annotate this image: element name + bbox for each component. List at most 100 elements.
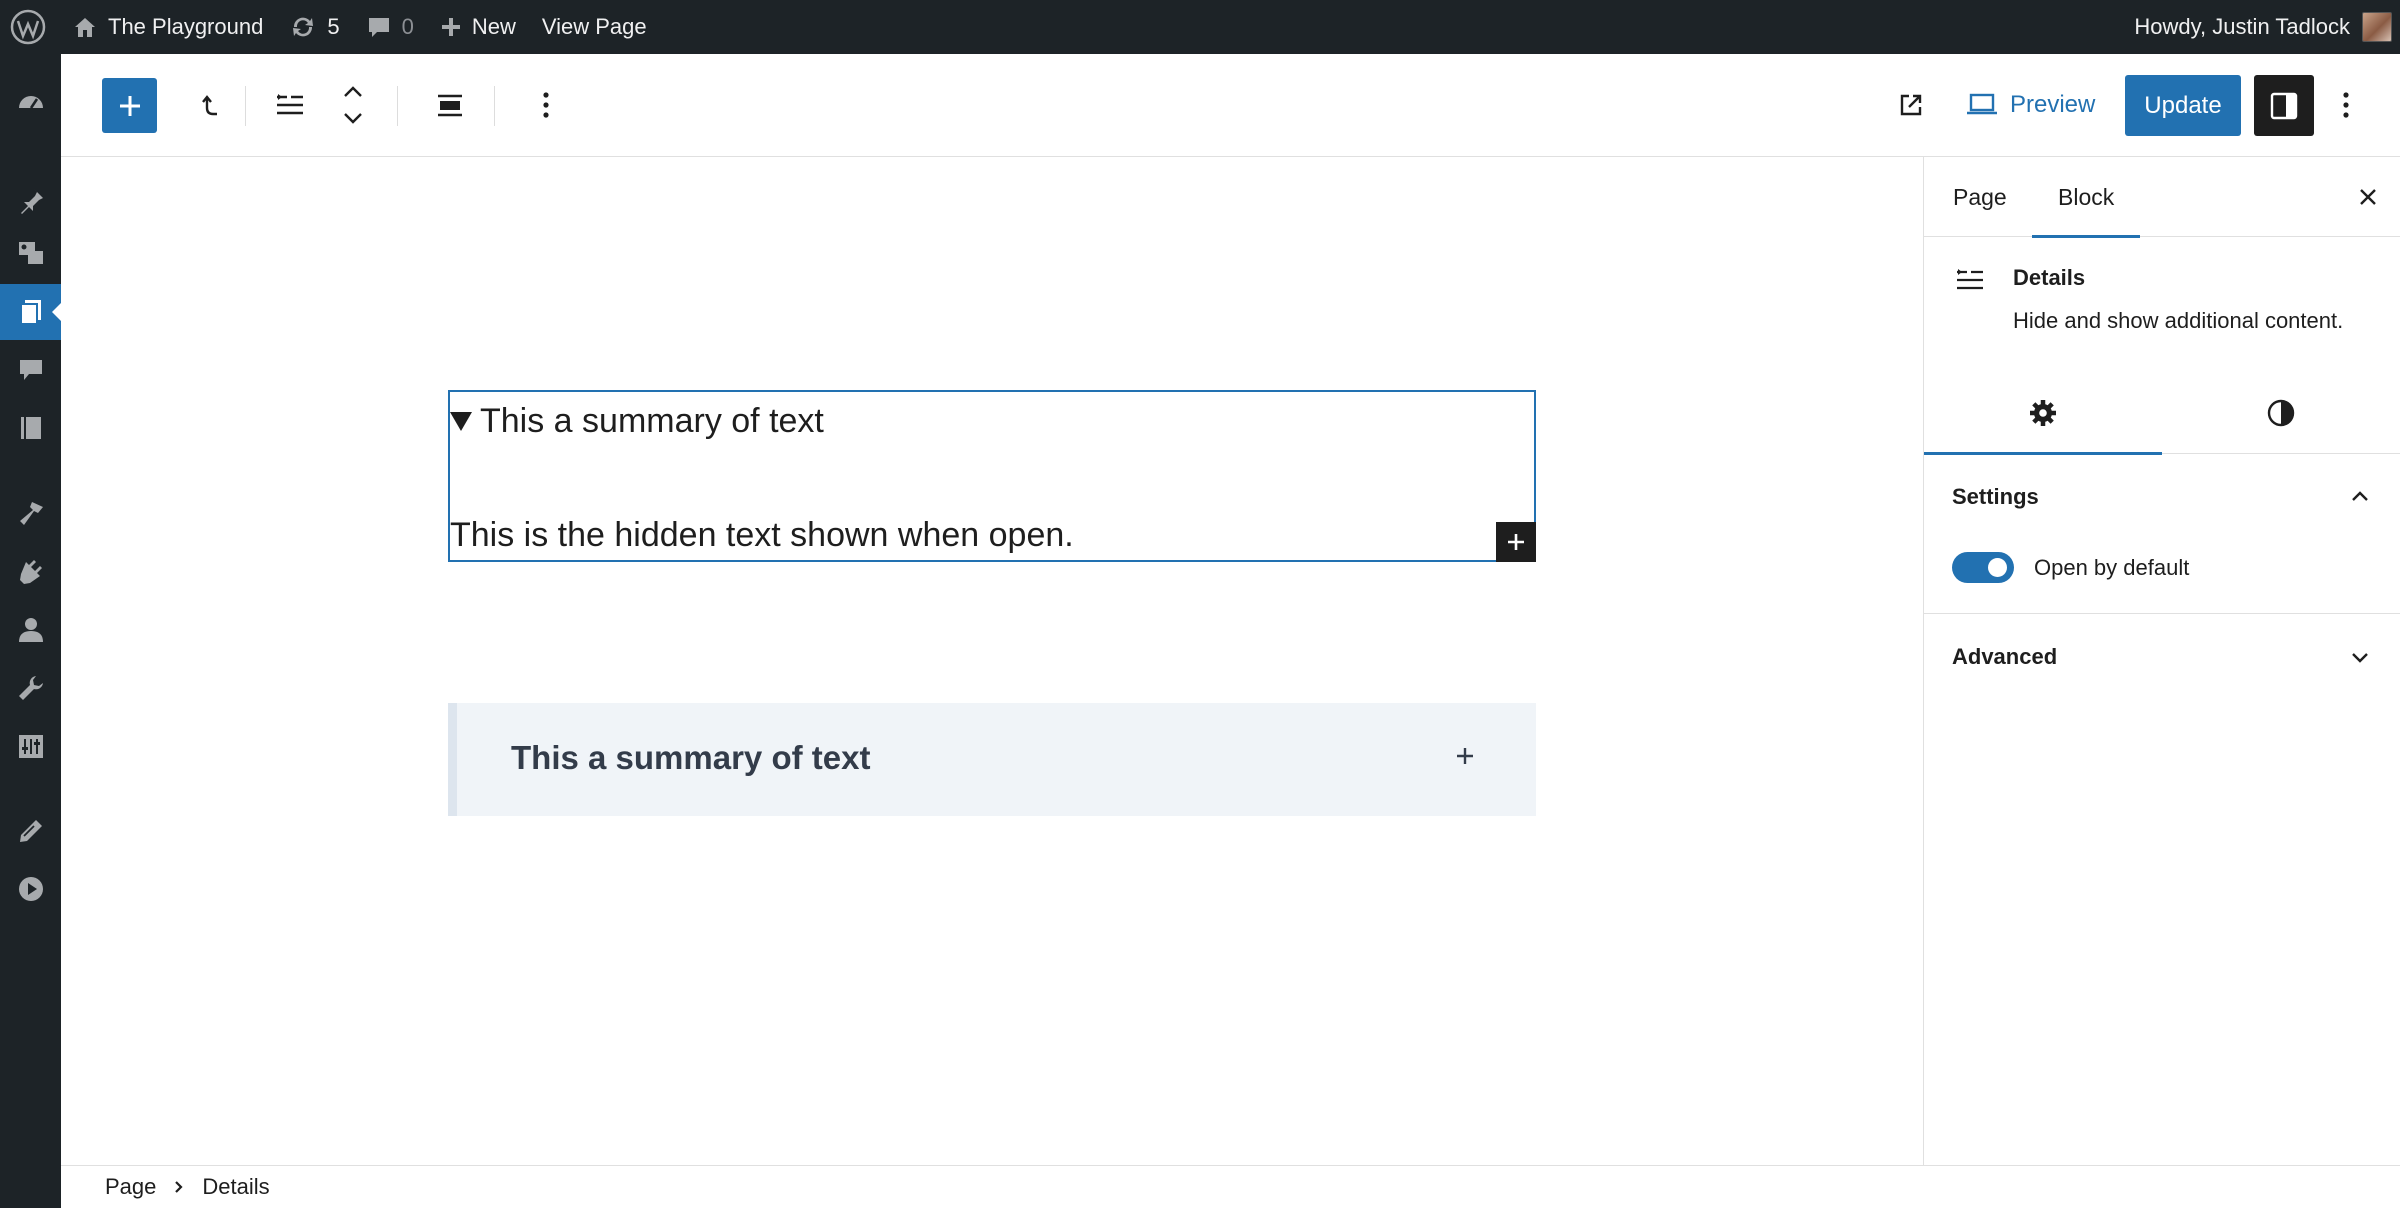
menu-item-play[interactable] bbox=[0, 861, 61, 917]
comments-link[interactable]: 0 bbox=[353, 0, 427, 54]
block-appender-button[interactable] bbox=[1496, 522, 1536, 562]
block-inserter-button[interactable] bbox=[102, 78, 157, 133]
plus-icon bbox=[1508, 534, 1524, 550]
select-parent-button[interactable] bbox=[187, 75, 233, 135]
pages-icon bbox=[16, 297, 46, 327]
menu-item-dashboard[interactable] bbox=[0, 75, 61, 131]
tools-icon bbox=[16, 673, 46, 703]
menu-item-library[interactable] bbox=[0, 400, 61, 456]
preview-label: Preview bbox=[2010, 91, 2096, 118]
breadcrumb-page[interactable]: Page bbox=[105, 1174, 156, 1200]
details-block-selected[interactable]: This a summary of text This is the hidde… bbox=[448, 390, 1536, 562]
tab-block[interactable]: Block bbox=[2032, 157, 2141, 238]
chevron-up-down-icon bbox=[344, 86, 362, 124]
more-vertical-icon bbox=[543, 92, 549, 118]
admin-menu bbox=[0, 54, 61, 1208]
open-by-default-toggle[interactable] bbox=[1952, 552, 2014, 583]
menu-item-appearance[interactable] bbox=[0, 486, 61, 542]
menu-item-media[interactable] bbox=[0, 225, 61, 281]
move-up-down-buttons[interactable] bbox=[331, 75, 375, 135]
plus-icon bbox=[441, 18, 460, 36]
chevron-down-icon[interactable] bbox=[2349, 646, 2371, 673]
toolbar-divider bbox=[397, 86, 398, 126]
block-card-description: Hide and show additional content. bbox=[2013, 308, 2344, 333]
arrow-up-left-icon bbox=[202, 95, 217, 116]
users-icon bbox=[16, 615, 46, 645]
library-icon bbox=[16, 413, 46, 443]
external-link-icon bbox=[1900, 94, 1922, 116]
menu-item-settings[interactable] bbox=[0, 718, 61, 774]
greeting-label: Howdy, Justin Tadlock bbox=[2134, 14, 2350, 39]
menu-item-posts[interactable] bbox=[0, 173, 61, 229]
advanced-panel[interactable]: Advanced bbox=[1924, 614, 2400, 695]
settings-sidebar-toggle[interactable] bbox=[2254, 75, 2314, 136]
expand-plus-icon[interactable] bbox=[1450, 741, 1480, 771]
updates-link[interactable]: 5 bbox=[276, 0, 352, 54]
posts-icon bbox=[16, 186, 46, 216]
toolbar-divider bbox=[494, 86, 495, 126]
avatar bbox=[2362, 12, 2392, 42]
menu-item-pages[interactable] bbox=[0, 284, 61, 340]
admin-bar: The Playground 5 0 New View Page Howdy, … bbox=[0, 0, 2400, 54]
editor-canvas[interactable]: This a summary of text This is the hidde… bbox=[61, 157, 1923, 1165]
align-button[interactable] bbox=[427, 75, 473, 135]
comment-bubble-icon bbox=[368, 18, 389, 37]
update-button[interactable]: Update bbox=[2125, 75, 2241, 136]
settings-icon bbox=[16, 731, 46, 761]
view-page-label: View Page bbox=[541, 14, 647, 39]
align-wide-icon bbox=[438, 94, 462, 117]
preview-button[interactable]: Preview bbox=[1966, 75, 2095, 135]
new-label: New bbox=[471, 14, 516, 39]
block-inspector-tabs bbox=[1924, 372, 2400, 455]
toggle-knob bbox=[1988, 558, 2007, 577]
new-content-link[interactable]: New bbox=[427, 0, 529, 54]
editor-toolbar: Preview Update bbox=[61, 54, 2400, 157]
details-summary-text[interactable]: This a summary of text bbox=[480, 402, 824, 441]
details-block-icon bbox=[1954, 265, 1986, 302]
open-by-default-label[interactable]: Open by default bbox=[2034, 555, 2189, 581]
details-block-icon bbox=[277, 94, 303, 115]
details-summary[interactable]: This a summary of text bbox=[450, 402, 824, 441]
breadcrumb: Page Details bbox=[61, 1165, 2400, 1208]
menu-item-tools[interactable] bbox=[0, 660, 61, 716]
tab-settings[interactable] bbox=[1924, 372, 2162, 455]
details-hidden-text[interactable]: This is the hidden text shown when open. bbox=[450, 516, 1074, 555]
block-card-title: Details bbox=[2013, 265, 2086, 290]
wordpress-logo-icon bbox=[10, 9, 46, 45]
settings-panel-title[interactable]: Settings bbox=[1952, 484, 2039, 510]
comments-count: 0 bbox=[401, 14, 414, 39]
chevron-right-icon bbox=[175, 1181, 183, 1193]
view-post-button[interactable] bbox=[1883, 75, 1939, 135]
menu-item-users[interactable] bbox=[0, 602, 61, 658]
tab-styles[interactable] bbox=[2162, 372, 2400, 454]
chevron-up-icon[interactable] bbox=[2349, 486, 2371, 513]
wordpress-logo-button[interactable] bbox=[0, 0, 59, 54]
advanced-panel-title[interactable]: Advanced bbox=[1952, 644, 2057, 670]
block-options-button[interactable] bbox=[523, 75, 569, 135]
menu-item-comments[interactable] bbox=[0, 342, 61, 398]
disclosure-triangle-icon[interactable] bbox=[450, 412, 472, 431]
tab-block-label: Block bbox=[2058, 183, 2115, 210]
breadcrumb-details[interactable]: Details bbox=[202, 1174, 269, 1200]
home-icon bbox=[75, 18, 95, 37]
menu-item-plugins[interactable] bbox=[0, 545, 61, 601]
editor-options-button[interactable] bbox=[2323, 75, 2369, 135]
tab-page[interactable]: Page bbox=[1953, 157, 2007, 237]
site-name-label: The Playground bbox=[108, 14, 264, 39]
plugins-icon bbox=[16, 558, 46, 588]
menu-item-edit[interactable] bbox=[0, 803, 61, 859]
toolbar-divider bbox=[245, 86, 246, 126]
laptop-icon bbox=[1967, 93, 1997, 115]
settings-panel: Settings Open by default bbox=[1924, 454, 2400, 614]
block-type-button[interactable] bbox=[267, 75, 313, 135]
site-name-link[interactable]: The Playground bbox=[59, 0, 276, 54]
collapsed-summary-text[interactable]: This a summary of text bbox=[511, 739, 870, 777]
appearance-icon bbox=[16, 499, 46, 529]
contrast-icon bbox=[2267, 399, 2295, 427]
close-sidebar-button[interactable] bbox=[2350, 179, 2386, 215]
plus-icon bbox=[119, 95, 140, 116]
details-block-collapsed[interactable]: This a summary of text bbox=[448, 703, 1536, 816]
block-card: Details Hide and show additional content… bbox=[1924, 237, 2400, 372]
view-page-link[interactable]: View Page bbox=[529, 0, 660, 54]
account-menu[interactable]: Howdy, Justin Tadlock bbox=[2134, 0, 2400, 54]
